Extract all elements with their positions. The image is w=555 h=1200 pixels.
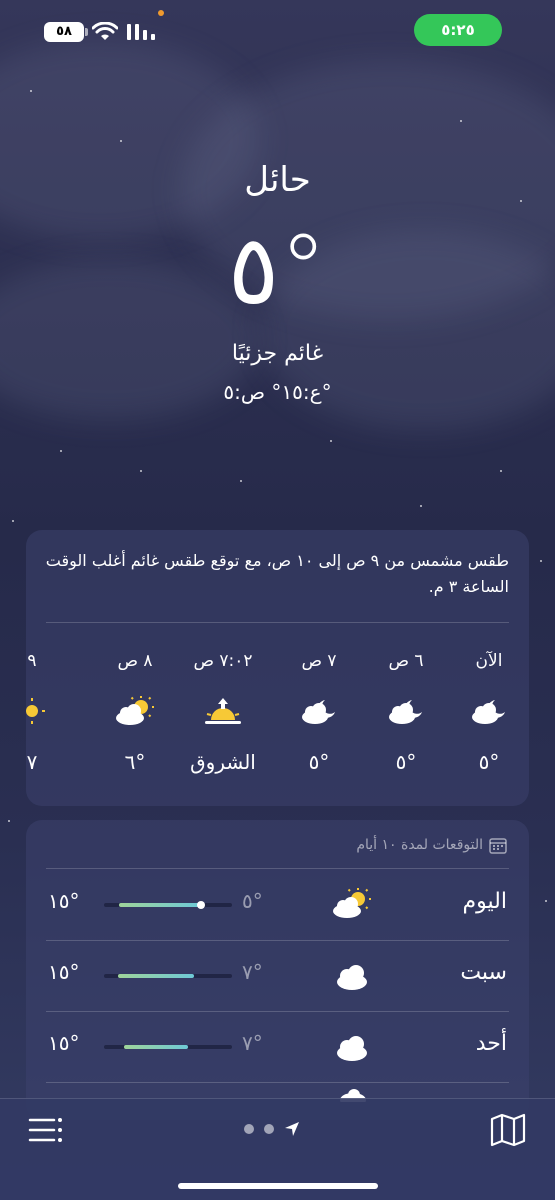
location-arrow-icon — [285, 1122, 299, 1136]
home-indicator — [178, 1183, 378, 1189]
partly-sunny-icon — [116, 696, 154, 725]
hour-label: الآن — [475, 651, 503, 671]
status-bar: ٥٨ ٥:٢٥ — [0, 0, 555, 60]
hour-temperature: ٦° — [124, 750, 146, 774]
partly-cloudy-night-icon — [302, 700, 335, 724]
hour-item: ٨ ص ٦° — [90, 646, 180, 796]
temperature-range-bar — [104, 1045, 232, 1049]
day-name: اليوم — [462, 889, 507, 914]
hour-sunrise-label: الشروق — [190, 750, 256, 774]
sun-icon — [26, 698, 45, 724]
day-row-today[interactable]: اليوم ٥° ١٥° — [26, 869, 529, 940]
bottom-toolbar — [0, 1098, 555, 1200]
hour-temperature: ٥° — [395, 750, 417, 774]
status-time[interactable]: ٥:٢٥ — [414, 14, 502, 46]
current-weather-header: حائل ٥° غائم جزئيًا ع:١٥° ص:٥° — [0, 150, 555, 410]
wifi-icon — [92, 22, 118, 40]
day-name: سبت — [460, 960, 507, 985]
partly-cloudy-night-icon — [389, 700, 422, 724]
page-indicator[interactable] — [244, 1121, 300, 1137]
partly-sunny-icon — [333, 888, 371, 918]
ten-day-title-text: التوقعات لمدة ١٠ أيام — [356, 837, 483, 853]
page-dot — [264, 1124, 274, 1134]
list-icon[interactable] — [28, 1115, 64, 1145]
day-high: ١٥° — [48, 889, 80, 913]
hour-item-partial: ٩ ٧ — [26, 646, 72, 796]
partly-cloudy-night-icon — [472, 700, 505, 724]
hour-label: ٧ ص — [301, 651, 337, 671]
hour-item: ٦ ص ٥° — [361, 646, 451, 796]
calendar-icon — [489, 838, 507, 854]
day-high: ١٥° — [48, 1031, 80, 1055]
current-condition: غائم جزئيًا — [231, 341, 324, 366]
temperature-range-bar — [104, 901, 232, 909]
sunrise-icon — [205, 698, 241, 724]
battery-indicator: ٥٨ — [44, 22, 88, 42]
hour-temperature: ٥° — [308, 750, 330, 774]
hour-label: ٩ — [27, 651, 37, 671]
hour-item-sunrise: ٧:٠٢ ص الشروق — [168, 646, 278, 796]
ten-day-forecast-title: التوقعات لمدة ١٠ أيام — [356, 836, 507, 854]
hourly-forecast-panel[interactable]: طقس مشمس من ٩ ص إلى ١٠ ص، مع توقع طقس غا… — [26, 530, 529, 806]
day-low: ٥° — [242, 889, 263, 913]
city-name: حائل — [244, 160, 311, 200]
temperature-range-bar — [104, 974, 232, 978]
cloud-icon — [337, 1036, 367, 1061]
current-temperature: ٥° — [227, 214, 328, 326]
divider — [46, 1082, 509, 1083]
hour-label: ٨ ص — [117, 651, 153, 671]
day-low: ٧° — [242, 960, 263, 984]
cloud-icon — [337, 965, 367, 990]
hour-temperature: ٥° — [478, 750, 500, 774]
hour-item: ٧ ص ٥° — [274, 646, 364, 796]
privacy-indicator-dot — [158, 10, 164, 16]
temperature-range-fill — [118, 974, 194, 978]
hour-label: ٦ ص — [388, 651, 424, 671]
current-temperature-dot — [197, 901, 206, 909]
signal-icon — [127, 24, 155, 40]
hourly-list[interactable]: الآن ٥° ٦ ص ٥° ٧ ص ٥° ٧:٠٢ ص الشروق ٨ ص … — [26, 646, 529, 796]
day-high: ١٥° — [48, 960, 80, 984]
day-row-saturday[interactable]: سبت ٧° ١٥° — [26, 940, 529, 1011]
map-icon[interactable] — [490, 1113, 526, 1147]
divider — [46, 622, 509, 623]
hour-temperature: ٧ — [26, 750, 38, 774]
day-low: ٧° — [242, 1031, 263, 1055]
day-name: أحد — [475, 1031, 507, 1056]
temperature-range-fill — [119, 903, 199, 907]
hour-label: ٧:٠٢ ص — [193, 651, 253, 671]
day-row-sunday[interactable]: أحد ٧° ١٥° — [26, 1011, 529, 1082]
page-dot — [244, 1124, 254, 1134]
hour-item: الآن ٥° — [444, 646, 529, 796]
high-low-temperature: ع:١٥° ص:٥° — [223, 380, 332, 404]
forecast-summary: طقس مشمس من ٩ ص إلى ١٠ ص، مع توقع طقس غا… — [45, 551, 509, 596]
ten-day-forecast-panel[interactable]: التوقعات لمدة ١٠ أيام اليوم ٥° ١٥° سبت ٧… — [26, 820, 529, 1120]
temperature-range-fill — [124, 1045, 189, 1049]
